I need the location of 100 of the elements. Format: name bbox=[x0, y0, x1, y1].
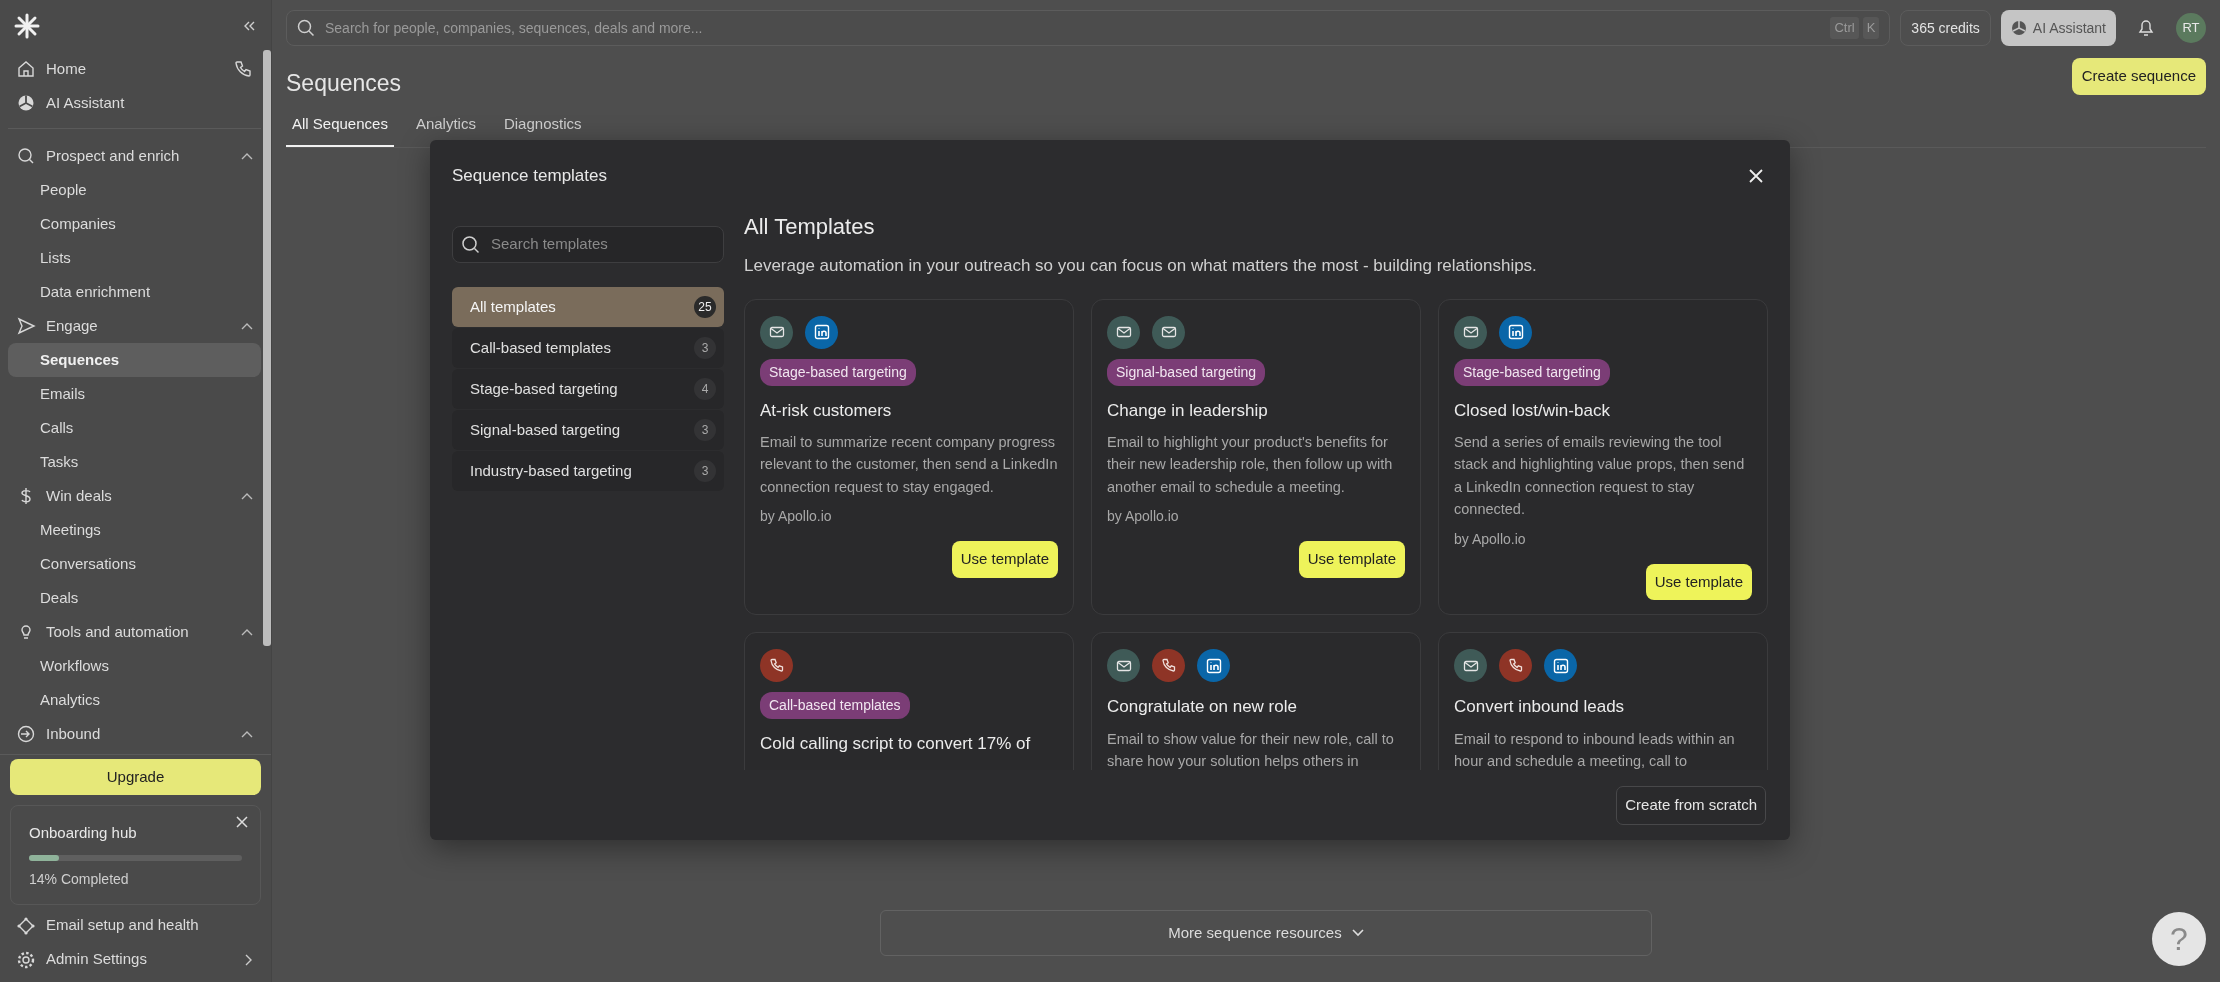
nav-item[interactable]: Email setup and health bbox=[8, 908, 261, 943]
template-author: by Apollo.io bbox=[1107, 507, 1180, 527]
linkedin-icon bbox=[1499, 315, 1532, 349]
mail-icon bbox=[1454, 315, 1487, 349]
nav-section[interactable]: Inbound bbox=[8, 717, 261, 751]
category-tag: Stage-based targeting bbox=[760, 358, 916, 386]
nav-item[interactable]: Admin Settings bbox=[8, 942, 261, 977]
tab[interactable]: All Sequences bbox=[286, 104, 394, 147]
template-search-field[interactable]: Search templates bbox=[489, 232, 715, 257]
category-item[interactable]: Signal-based targeting 3 bbox=[452, 410, 724, 450]
nav-item[interactable]: Lists bbox=[8, 241, 261, 275]
count-badge: 3 bbox=[694, 419, 716, 441]
scrollbar-thumb[interactable] bbox=[263, 50, 271, 646]
section-heading: All Templates bbox=[744, 213, 876, 241]
create-sequence-button[interactable]: Create sequence bbox=[2071, 58, 2206, 95]
nav-item[interactable]: Conversations bbox=[8, 547, 261, 581]
template-search-bar[interactable]: Search templates bbox=[452, 226, 724, 263]
template-author: by Apollo.io bbox=[1454, 529, 1527, 549]
linkedin-icon bbox=[1544, 649, 1577, 683]
nav-item[interactable]: Analytics bbox=[8, 683, 261, 717]
count-badge: 3 bbox=[694, 460, 716, 482]
ai-assistant-button[interactable]: AI Assistant bbox=[2000, 10, 2116, 46]
nav-item[interactable]: Sequences bbox=[8, 343, 261, 377]
user-avatar[interactable]: RT bbox=[2176, 13, 2206, 43]
collapse-icon[interactable] bbox=[243, 21, 255, 31]
template-description: Email to show value for their new role, call to share how your solution helps others in bbox=[1107, 729, 1395, 770]
ai-icon bbox=[16, 93, 36, 113]
phone-icon bbox=[1152, 649, 1185, 683]
shortcut-key: Ctrl bbox=[1830, 17, 1859, 39]
close-icon[interactable] bbox=[236, 816, 248, 828]
nav-item[interactable]: People bbox=[8, 173, 261, 207]
template-title: Closed lost/win-back bbox=[1454, 399, 1611, 422]
category-item[interactable]: All templates 25 bbox=[452, 287, 724, 327]
count-badge: 25 bbox=[694, 296, 716, 318]
progress-text: 14% Completed bbox=[29, 869, 130, 889]
page-title: Sequences bbox=[286, 69, 402, 98]
nav-section[interactable]: Prospect and enrich bbox=[8, 139, 261, 173]
phone-icon bbox=[233, 59, 253, 79]
upgrade-button[interactable]: Upgrade bbox=[10, 759, 261, 795]
mail-icon bbox=[1454, 649, 1487, 683]
template-title: Change in leadership bbox=[1107, 399, 1269, 422]
nav-item[interactable]: Companies bbox=[8, 207, 261, 241]
phone-icon bbox=[1499, 649, 1532, 683]
credits-counter[interactable]: 365 credits bbox=[1900, 10, 1991, 46]
mail-icon bbox=[1107, 649, 1140, 683]
search-icon bbox=[16, 146, 36, 166]
count-badge: 4 bbox=[694, 378, 716, 400]
nav-item[interactable]: Data enrichment bbox=[8, 275, 261, 309]
nav-item[interactable]: Tasks bbox=[8, 445, 261, 479]
create-from-scratch-button[interactable]: Create from scratch bbox=[1616, 786, 1766, 825]
nav-item[interactable]: Deals bbox=[8, 581, 261, 615]
mail-icon bbox=[1152, 315, 1185, 349]
template-title: Convert inbound leads bbox=[1454, 696, 1626, 719]
nav-section[interactable]: Win deals bbox=[8, 479, 261, 513]
mail-icon bbox=[1107, 315, 1140, 349]
template-description: Send a series of emails reviewing the tool stack and highlighting value props, then send a LinkedIn connection request to stay connected. bbox=[1454, 433, 1746, 520]
gear-icon bbox=[16, 949, 36, 970]
enter-icon bbox=[16, 724, 36, 744]
nav-item[interactable]: Workflows bbox=[8, 649, 261, 683]
logo-icon[interactable] bbox=[14, 13, 40, 39]
onboarding-title: Onboarding hub bbox=[29, 823, 138, 843]
category-item[interactable]: Call-based templates 3 bbox=[452, 328, 724, 368]
nav-item[interactable]: Home bbox=[8, 52, 261, 86]
nav-section[interactable]: Engage bbox=[8, 309, 261, 343]
section-description: Leverage automation in your outreach so you can focus on what matters the most - building relationships. bbox=[744, 255, 1538, 277]
template-description: Email to respond to inbound leads within an hour and schedule a meeting, call to bbox=[1454, 729, 1736, 770]
send-icon bbox=[16, 316, 36, 336]
template-description: Email to summarize recent company progress relevant to the customer, then send a LinkedIn connection request to stay engaged. bbox=[760, 433, 1058, 497]
phone-icon bbox=[760, 649, 793, 683]
search-icon bbox=[461, 234, 481, 255]
nav-item[interactable]: Meetings bbox=[8, 513, 261, 547]
nav-item[interactable]: AI Assistant bbox=[8, 86, 261, 120]
use-template-button[interactable]: Use template bbox=[1645, 563, 1752, 601]
category-tag: Stage-based targeting bbox=[1454, 358, 1610, 386]
template-description: Email to highlight your product's benefits for their new leadership role, then follow up with another email to schedule a meeting. bbox=[1107, 433, 1394, 497]
home-icon bbox=[16, 59, 36, 79]
category-tag: Signal-based targeting bbox=[1107, 358, 1266, 386]
template-author: by Apollo.io bbox=[760, 507, 833, 527]
chevron-down-icon bbox=[1351, 929, 1364, 937]
ai-icon bbox=[2010, 20, 2027, 36]
template-title: Congratulate on new role bbox=[1107, 696, 1298, 719]
use-template-button[interactable]: Use template bbox=[951, 541, 1058, 578]
use-template-button[interactable]: Use template bbox=[1298, 541, 1405, 578]
chevron-right-icon bbox=[245, 953, 253, 966]
tab[interactable]: Diagnostics bbox=[497, 104, 588, 147]
nav-item[interactable]: Emails bbox=[8, 377, 261, 411]
linkedin-icon bbox=[1197, 649, 1230, 683]
dialog-title: Sequence templates bbox=[452, 165, 607, 188]
template-title: At-risk customers bbox=[760, 399, 893, 422]
mail-icon bbox=[760, 315, 793, 349]
linkedin-icon bbox=[805, 315, 838, 349]
category-item[interactable]: Stage-based targeting 4 bbox=[452, 369, 724, 409]
nav-section[interactable]: Tools and automation bbox=[8, 615, 261, 649]
more-resources-button[interactable]: More sequence resources bbox=[880, 910, 1652, 956]
nav-item[interactable]: Calls bbox=[8, 411, 261, 445]
shortcut-key: K bbox=[1862, 17, 1880, 39]
network-icon bbox=[16, 915, 36, 936]
category-item[interactable]: Industry-based targeting 3 bbox=[452, 451, 724, 491]
search-field[interactable]: Search for people, companies, sequences, deals and more... bbox=[323, 16, 1823, 40]
tab[interactable]: Analytics bbox=[409, 104, 482, 147]
